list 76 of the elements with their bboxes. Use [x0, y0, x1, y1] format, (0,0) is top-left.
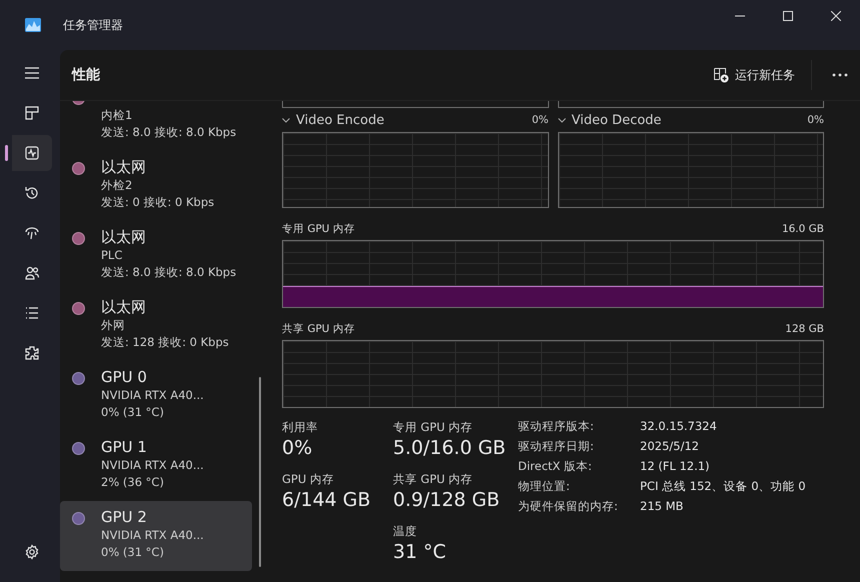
device-description: NVIDIA RTX A40...: [101, 457, 204, 474]
stat-label: 温度: [393, 523, 418, 540]
property-label: 为硬件保留的内存:: [518, 498, 619, 515]
device-description: 外网: [101, 317, 126, 334]
device-reading: 0% (31 °C): [101, 544, 165, 561]
device-reading: 发送: 8.0 接收: 8.0 Kbps: [101, 264, 236, 281]
stat-value: 5.0/16.0 GB: [393, 436, 507, 460]
menu-icon: [24, 65, 40, 81]
run-new-task-button[interactable]: 运行新任务: [705, 60, 803, 90]
property-label: DirectX 版本:: [518, 458, 593, 475]
property-value: PCI 总线 152、设备 0、功能 0: [640, 478, 806, 495]
stat-value: 6/144 GB: [282, 488, 372, 512]
property-label: 驱动程序版本:: [518, 418, 595, 435]
maximize-icon: [783, 11, 793, 21]
device-name: 以太网: [101, 157, 147, 177]
device-name: GPU 0: [101, 367, 148, 387]
property-value: 32.0.15.7324: [640, 418, 718, 435]
graph-max: 16.0 GB: [782, 223, 824, 235]
engine-name: Video Decode: [572, 112, 662, 128]
property-label: 驱动程序日期:: [518, 438, 595, 455]
device-name: GPU 2: [101, 507, 148, 527]
graph-max: 128 GB: [785, 323, 824, 335]
app-logo-icon: [25, 18, 41, 32]
device-description: NVIDIA RTX A40...: [101, 527, 204, 544]
scrollbar[interactable]: [259, 377, 261, 567]
engine-reading: 0%: [532, 114, 548, 126]
graph-label: 共享 GPU 内存: [282, 322, 355, 336]
engine-name: Video Encode: [296, 112, 384, 128]
property-value: 2025/5/12: [640, 438, 700, 455]
grid-icon: [24, 105, 40, 121]
gauge-icon: [24, 225, 40, 241]
device-list-item[interactable]: 以太网 外网 发送: 128 接收: 0 Kbps: [60, 291, 252, 361]
device-description: NVIDIA RTX A40...: [101, 387, 204, 404]
device-description: 内检1: [101, 107, 134, 124]
device-list-item[interactable]: GPU 1 NVIDIA RTX A40... 2% (36 °C): [60, 431, 252, 501]
window-title: 任务管理器: [63, 16, 123, 34]
engine-reading: 0%: [807, 114, 824, 126]
device-reading: 发送: 128 接收: 0 Kbps: [101, 334, 229, 351]
device-reading: 发送: 0 接收: 0 Kbps: [101, 194, 214, 211]
puzzle-icon: [24, 345, 40, 361]
stat-value: 0%: [282, 436, 314, 460]
device-list-item[interactable]: 以太网 外检2 发送: 0 接收: 0 Kbps: [60, 151, 252, 221]
stat-label: 利用率: [282, 419, 319, 436]
graph-label: 专用 GPU 内存: [282, 222, 355, 236]
chevron-down-icon: [282, 118, 290, 122]
stat-label: 共享 GPU 内存: [393, 471, 474, 488]
stat-value: 31 °C: [393, 540, 447, 564]
property-value: 215 MB: [640, 498, 684, 515]
device-list-item[interactable]: GPU 0 NVIDIA RTX A40... 0% (31 °C): [60, 361, 252, 431]
device-reading: 2% (36 °C): [101, 474, 165, 491]
device-description: 外检2: [101, 177, 134, 194]
device-description: PLC: [101, 247, 124, 264]
settings-icon: [24, 544, 40, 560]
device-list-item[interactable]: 内检1 发送: 8.0 接收: 8.0 Kbps: [60, 101, 252, 151]
property-value: 12 (FL 12.1): [640, 458, 711, 475]
device-reading: 发送: 8.0 接收: 8.0 Kbps: [101, 124, 236, 141]
close-icon: [831, 11, 841, 21]
more-icon: [832, 73, 848, 77]
device-list-item[interactable]: GPU 2 NVIDIA RTX A40... 0% (31 °C): [60, 501, 252, 571]
stat-label: GPU 内存: [282, 471, 335, 488]
stat-label: 专用 GPU 内存: [393, 419, 474, 436]
device-name: 以太网: [101, 297, 147, 317]
pulse-icon: [24, 145, 40, 161]
page-title: 性能: [72, 66, 100, 84]
device-list-item[interactable]: 以太网 PLC 发送: 8.0 接收: 8.0 Kbps: [60, 221, 252, 291]
users-icon: [24, 265, 40, 281]
device-name: 以太网: [101, 227, 147, 247]
history-icon: [24, 185, 40, 201]
nav-item[interactable]: [4, 135, 52, 171]
stat-value: 0.9/128 GB: [393, 488, 501, 512]
list-icon: [24, 305, 40, 321]
chevron-down-icon: [558, 118, 566, 122]
add-task-icon: [713, 67, 729, 83]
device-reading: 0% (31 °C): [101, 404, 165, 421]
property-label: 物理位置:: [518, 478, 571, 495]
device-name: GPU 1: [101, 437, 148, 457]
